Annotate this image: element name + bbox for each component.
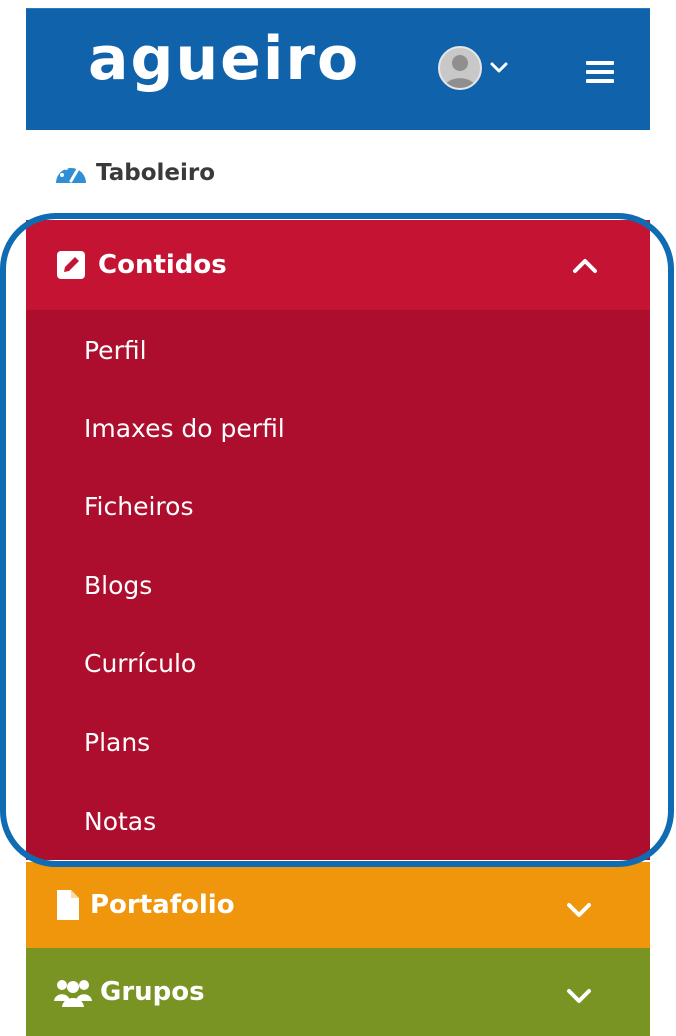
sidebar-item-label: Portafolio [90, 890, 235, 920]
sidebar-item-label: Grupos [100, 977, 205, 1007]
sidebar-item-label: Contidos [98, 250, 227, 280]
chevron-up-icon[interactable] [572, 258, 598, 274]
sidebar-item-dashboard[interactable]: Taboleiro [26, 130, 650, 216]
submenu-item-perfil[interactable]: Perfil [84, 336, 147, 365]
submenu-item-curriculo[interactable]: Currículo [84, 649, 196, 678]
submenu-item-ficheiros[interactable]: Ficheiros [84, 492, 193, 521]
hamburger-menu-icon[interactable] [586, 61, 614, 83]
sidebar-item-portafolio[interactable]: Portafolio [26, 862, 650, 948]
chevron-down-icon[interactable] [566, 902, 592, 918]
user-menu-button[interactable] [438, 45, 528, 91]
chevron-down-icon[interactable] [566, 988, 592, 1004]
site-logo[interactable]: agueiro [88, 29, 360, 89]
users-icon [54, 980, 92, 1007]
sidebar-item-contidos[interactable]: Contidos [26, 220, 650, 310]
contidos-submenu: Perfil Imaxes do perfil Ficheiros Blogs … [26, 310, 650, 860]
sidebar-item-grupos[interactable]: Grupos [26, 948, 650, 1036]
dashboard-gauge-icon [56, 164, 86, 183]
submenu-item-blogs[interactable]: Blogs [84, 571, 152, 600]
sidebar-nav: agueiro Taboleiro Contidos Perfil Imaxes… [26, 0, 650, 1036]
submenu-item-imaxes-do-perfil[interactable]: Imaxes do perfil [84, 414, 285, 443]
site-header: agueiro [26, 8, 650, 130]
edit-icon [57, 251, 85, 279]
sidebar-item-label: Taboleiro [96, 160, 216, 186]
file-icon [57, 890, 79, 920]
submenu-item-notas[interactable]: Notas [84, 807, 156, 836]
submenu-item-plans[interactable]: Plans [84, 728, 150, 757]
user-avatar-icon [438, 46, 482, 90]
chevron-down-icon [490, 62, 508, 73]
